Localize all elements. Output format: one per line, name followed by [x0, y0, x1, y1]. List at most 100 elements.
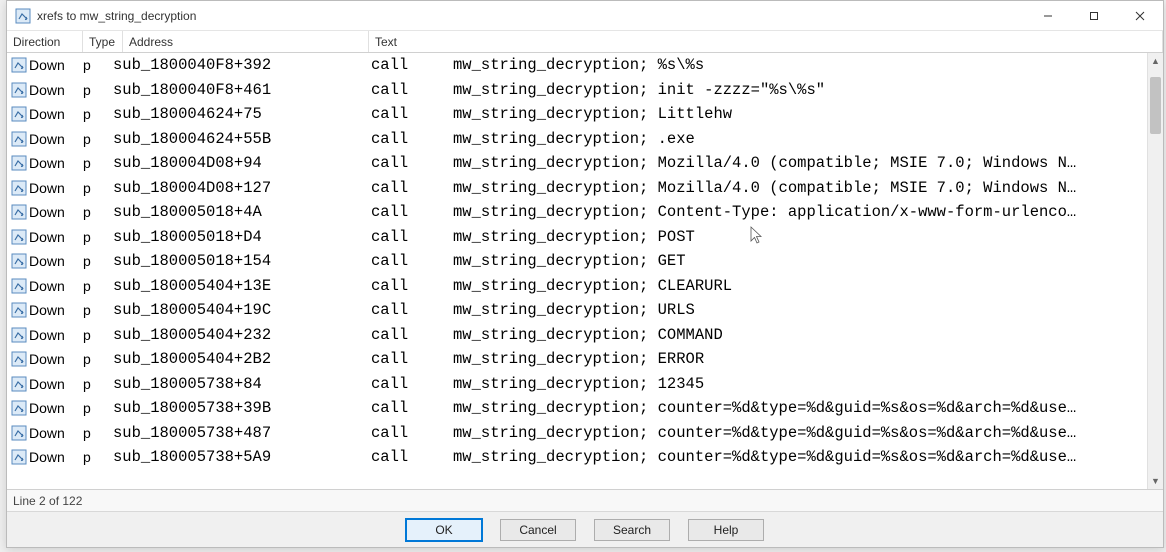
table-row[interactable]: Downpsub_1800040F8+392callmw_string_decr… [7, 53, 1147, 78]
details-cell: mw_string_decryption; 12345 [453, 375, 1147, 393]
type-cell: p [83, 449, 113, 465]
type-cell: p [83, 229, 113, 245]
scroll-up-icon[interactable]: ▲ [1148, 53, 1163, 69]
header-direction[interactable]: Direction [7, 31, 83, 52]
type-cell: p [83, 400, 113, 416]
xref-icon [9, 180, 29, 196]
direction-cell: Down [29, 400, 83, 416]
address-cell: sub_180005018+4A [113, 203, 371, 221]
table-row[interactable]: Downpsub_180004624+75callmw_string_decry… [7, 102, 1147, 127]
xref-icon [9, 327, 29, 343]
type-cell: p [83, 57, 113, 73]
address-cell: sub_180005018+154 [113, 252, 371, 270]
table-row[interactable]: Downpsub_180004D08+94callmw_string_decry… [7, 151, 1147, 176]
type-cell: p [83, 155, 113, 171]
xref-icon [9, 253, 29, 269]
type-cell: p [83, 180, 113, 196]
content-area: Direction Type Address Text Downpsub_180… [7, 31, 1163, 547]
table-row[interactable]: Downpsub_1800040F8+461callmw_string_decr… [7, 78, 1147, 103]
table-row[interactable]: Downpsub_180004624+55Bcallmw_string_decr… [7, 127, 1147, 152]
type-cell: p [83, 351, 113, 367]
xref-icon [9, 351, 29, 367]
direction-cell: Down [29, 155, 83, 171]
window-title: xrefs to mw_string_decryption [37, 9, 1025, 23]
details-cell: mw_string_decryption; COMMAND [453, 326, 1147, 344]
header-text[interactable]: Text [369, 31, 1163, 52]
table-row[interactable]: Downpsub_180005018+4Acallmw_string_decry… [7, 200, 1147, 225]
xref-icon [9, 82, 29, 98]
address-cell: sub_180005738+39B [113, 399, 371, 417]
table-row[interactable]: Downpsub_180005738+39Bcallmw_string_decr… [7, 396, 1147, 421]
details-cell: mw_string_decryption; init -zzzz="%s\%s" [453, 81, 1147, 99]
button-bar: OK Cancel Search Help [7, 511, 1163, 547]
table-row[interactable]: Downpsub_180004D08+127callmw_string_decr… [7, 176, 1147, 201]
xref-icon [9, 131, 29, 147]
op-cell: call [371, 105, 453, 123]
table-row[interactable]: Downpsub_180005738+84callmw_string_decry… [7, 372, 1147, 397]
minimize-button[interactable] [1025, 1, 1071, 30]
direction-cell: Down [29, 425, 83, 441]
ok-button[interactable]: OK [406, 519, 482, 541]
table-row[interactable]: Downpsub_180005404+13Ecallmw_string_decr… [7, 274, 1147, 299]
op-cell: call [371, 448, 453, 466]
details-cell: mw_string_decryption; POST [453, 228, 1147, 246]
op-cell: call [371, 130, 453, 148]
table-row[interactable]: Downpsub_180005738+5A9callmw_string_decr… [7, 445, 1147, 470]
address-cell: sub_1800040F8+461 [113, 81, 371, 99]
details-cell: mw_string_decryption; ERROR [453, 350, 1147, 368]
xref-icon [9, 400, 29, 416]
direction-cell: Down [29, 106, 83, 122]
table-row[interactable]: Downpsub_180005404+19Ccallmw_string_decr… [7, 298, 1147, 323]
address-cell: sub_180005404+2B2 [113, 350, 371, 368]
search-button[interactable]: Search [594, 519, 670, 541]
address-cell: sub_180004624+55B [113, 130, 371, 148]
op-cell: call [371, 252, 453, 270]
header-type[interactable]: Type [83, 31, 123, 52]
op-cell: call [371, 179, 453, 197]
titlebar[interactable]: xrefs to mw_string_decryption [7, 1, 1163, 31]
details-cell: mw_string_decryption; Mozilla/4.0 (compa… [453, 179, 1147, 197]
maximize-button[interactable] [1071, 1, 1117, 30]
table-row[interactable]: Downpsub_180005018+D4callmw_string_decry… [7, 225, 1147, 250]
op-cell: call [371, 375, 453, 393]
xref-icon [9, 155, 29, 171]
direction-cell: Down [29, 376, 83, 392]
type-cell: p [83, 82, 113, 98]
table-row[interactable]: Downpsub_180005738+487callmw_string_decr… [7, 421, 1147, 446]
table-row[interactable]: Downpsub_180005018+154callmw_string_decr… [7, 249, 1147, 274]
type-cell: p [83, 204, 113, 220]
close-button[interactable] [1117, 1, 1163, 30]
details-cell: mw_string_decryption; GET [453, 252, 1147, 270]
details-cell: mw_string_decryption; Mozilla/4.0 (compa… [453, 154, 1147, 172]
table-row[interactable]: Downpsub_180005404+2B2callmw_string_decr… [7, 347, 1147, 372]
type-cell: p [83, 327, 113, 343]
type-cell: p [83, 376, 113, 392]
op-cell: call [371, 326, 453, 344]
statusbar: Line 2 of 122 [7, 489, 1163, 511]
type-cell: p [83, 106, 113, 122]
xref-icon [9, 204, 29, 220]
table-row[interactable]: Downpsub_180005404+232callmw_string_decr… [7, 323, 1147, 348]
direction-cell: Down [29, 82, 83, 98]
help-button[interactable]: Help [688, 519, 764, 541]
type-cell: p [83, 131, 113, 147]
address-cell: sub_1800040F8+392 [113, 56, 371, 74]
scroll-down-icon[interactable]: ▼ [1148, 473, 1163, 489]
header-address[interactable]: Address [123, 31, 369, 52]
direction-cell: Down [29, 253, 83, 269]
vertical-scrollbar[interactable]: ▲ ▼ [1147, 53, 1163, 489]
op-cell: call [371, 56, 453, 74]
op-cell: call [371, 277, 453, 295]
scroll-thumb[interactable] [1150, 77, 1161, 134]
direction-cell: Down [29, 180, 83, 196]
type-cell: p [83, 302, 113, 318]
xref-icon [9, 302, 29, 318]
address-cell: sub_180005018+D4 [113, 228, 371, 246]
xrefs-window: xrefs to mw_string_decryption Direction … [6, 0, 1164, 548]
op-cell: call [371, 424, 453, 442]
cancel-button[interactable]: Cancel [500, 519, 576, 541]
status-text: Line 2 of 122 [13, 494, 82, 508]
scroll-track[interactable] [1148, 69, 1163, 473]
xref-icon [9, 57, 29, 73]
direction-cell: Down [29, 131, 83, 147]
